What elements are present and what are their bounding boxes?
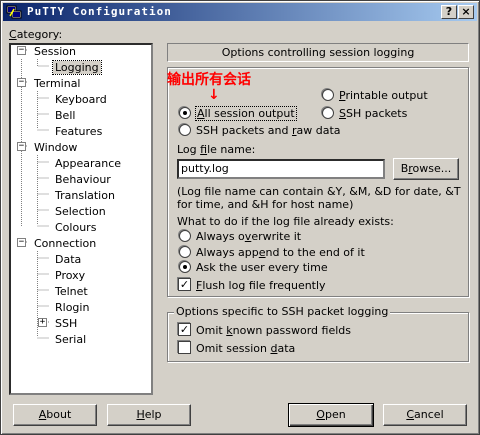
ssh-packets-raw-radio[interactable]	[179, 124, 191, 136]
cancel-button[interactable]: Cancel	[383, 404, 467, 426]
log-file-name-input[interactable]: putty.log	[177, 159, 385, 179]
help-title-button[interactable]: ?	[441, 5, 457, 19]
connection-collapse-icon[interactable]: −	[17, 238, 26, 247]
tree-item-bell[interactable]: Bell	[55, 109, 75, 122]
overwrite-label[interactable]: Always overwrite it	[196, 230, 301, 243]
category-label: Category:	[9, 28, 63, 41]
tree-item-serial[interactable]: Serial	[55, 333, 86, 346]
ssh-group-title: Options specific to SSH packet logging	[174, 305, 391, 318]
flush-checkbox[interactable]: ✓	[178, 278, 191, 291]
ssh-packets-raw-label[interactable]: SSH packets and raw data	[196, 124, 341, 137]
tree-item-translation[interactable]: Translation	[55, 189, 115, 202]
ask-user-label[interactable]: Ask the user every time	[196, 261, 328, 274]
panel-heading: Options controlling session logging	[167, 43, 469, 62]
omit-session-label[interactable]: Omit session data	[196, 342, 295, 355]
printable-output-label[interactable]: Printable output	[339, 89, 428, 102]
ssh-packets-radio[interactable]	[322, 107, 334, 119]
putty-computer-icon	[6, 5, 22, 19]
session-collapse-icon[interactable]: −	[17, 46, 26, 55]
category-tree[interactable]: − Session Logging − Terminal Keyboard Be…	[9, 43, 153, 395]
down-arrow-icon: ↓	[208, 87, 220, 103]
annotation-text: 输出所有会话	[167, 72, 251, 88]
ssh-packets-label[interactable]: SSH packets	[339, 107, 407, 120]
tree-item-behaviour[interactable]: Behaviour	[55, 173, 111, 186]
append-label[interactable]: Always append to the end of it	[196, 246, 365, 259]
browse-button[interactable]: Browse...	[393, 158, 459, 180]
about-button[interactable]: About	[13, 404, 97, 426]
tree-item-proxy[interactable]: Proxy	[55, 269, 85, 282]
log-file-name-note: (Log file name can contain &Y, &M, &D fo…	[177, 185, 461, 211]
title-bar[interactable]: PuTTY Configuration ? ×	[3, 3, 477, 21]
tree-item-session[interactable]: Session	[34, 45, 76, 58]
tree-item-keyboard[interactable]: Keyboard	[55, 93, 107, 106]
append-radio[interactable]	[179, 246, 191, 258]
tree-item-selection[interactable]: Selection	[55, 205, 106, 218]
omit-password-checkbox[interactable]: ✓	[178, 323, 191, 336]
all-session-output-label[interactable]: All session output	[195, 106, 297, 121]
ask-user-radio[interactable]	[179, 261, 191, 273]
window-collapse-icon[interactable]: −	[17, 142, 26, 151]
open-button[interactable]: Open	[288, 403, 374, 427]
tree-item-window[interactable]: Window	[34, 141, 77, 154]
overwrite-radio[interactable]	[179, 230, 191, 242]
tree-item-connection[interactable]: Connection	[34, 237, 96, 250]
log-file-name-label: Log file name:	[177, 143, 256, 156]
tree-item-ssh[interactable]: SSH	[55, 317, 77, 330]
window-title: PuTTY Configuration	[27, 5, 172, 18]
all-session-output-radio[interactable]	[179, 107, 191, 119]
omit-password-label[interactable]: Omit known password fields	[196, 324, 351, 337]
terminal-collapse-icon[interactable]: −	[17, 78, 26, 87]
flush-label[interactable]: Flush log file frequently	[196, 279, 326, 292]
exists-label: What to do if the log file already exist…	[177, 215, 394, 228]
tree-item-logging[interactable]: Logging	[52, 60, 102, 75]
tree-item-features[interactable]: Features	[55, 125, 102, 138]
tree-item-terminal[interactable]: Terminal	[34, 77, 81, 90]
putty-configuration-window: PuTTY Configuration ? × Category: − Sess…	[0, 0, 480, 435]
help-button[interactable]: Help	[107, 404, 191, 426]
tree-item-appearance[interactable]: Appearance	[55, 157, 121, 170]
printable-output-radio[interactable]	[322, 89, 334, 101]
tree-item-rlogin[interactable]: Rlogin	[55, 301, 89, 314]
ssh-expand-icon[interactable]: +	[38, 318, 47, 327]
close-title-button[interactable]: ×	[458, 5, 474, 19]
tree-item-telnet[interactable]: Telnet	[55, 285, 88, 298]
omit-session-checkbox[interactable]	[178, 341, 191, 354]
tree-item-data[interactable]: Data	[55, 253, 81, 266]
tree-item-colours[interactable]: Colours	[55, 221, 96, 234]
